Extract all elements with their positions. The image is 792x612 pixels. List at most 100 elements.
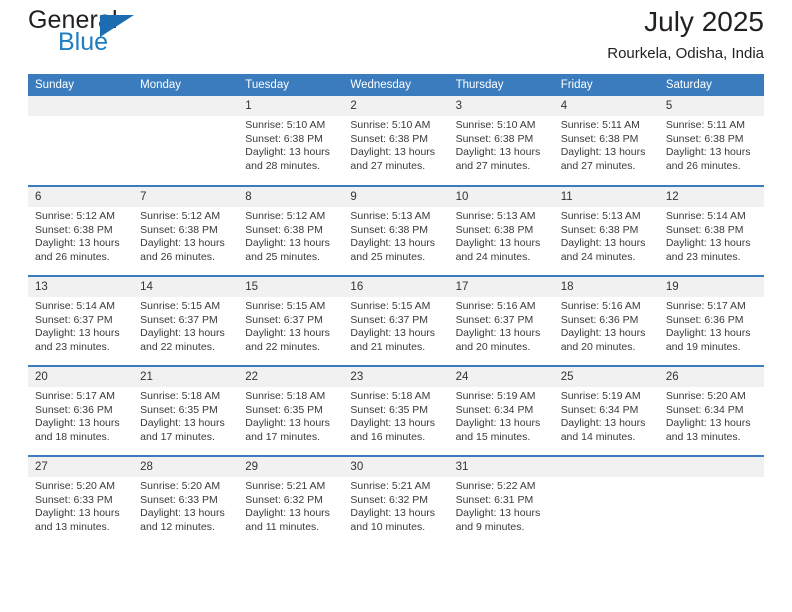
- day-cell[interactable]: 10 Sunrise: 5:13 AM Sunset: 6:38 PM Dayligh…: [448, 187, 554, 275]
- calendar-cell: 22 Sunrise: 5:18 AM Sunset: 6:35 PM Dayligh…: [238, 366, 344, 457]
- day-cell-empty: [133, 96, 239, 185]
- day-cell[interactable]: 26 Sunrise: 5:20 AM Sunset: 6:34 PM Dayligh…: [658, 367, 764, 455]
- day-number: [553, 457, 659, 477]
- day-cell[interactable]: 29 Sunrise: 5:21 AM Sunset: 6:32 PM Dayligh…: [238, 457, 344, 546]
- day-number: 18: [553, 277, 659, 297]
- sunrise-text: Sunrise: 5:16 AM: [560, 300, 641, 312]
- daylight-text-line1: Daylight: 13 hours: [245, 507, 330, 519]
- logo-triangle-icon: [100, 15, 134, 37]
- sunrise-text: Sunrise: 5:12 AM: [140, 210, 221, 222]
- general-blue-logo[interactable]: General Blue: [28, 8, 178, 60]
- calendar-cell: [28, 96, 134, 187]
- sunrise-text: Sunrise: 5:10 AM: [455, 119, 536, 131]
- day-cell[interactable]: 27 Sunrise: 5:20 AM Sunset: 6:33 PM Dayligh…: [28, 457, 134, 546]
- daylight-text-line2: and 25 minutes.: [245, 250, 320, 263]
- calendar-cell: 16 Sunrise: 5:15 AM Sunset: 6:37 PM Dayligh…: [343, 276, 449, 367]
- daylight-text-line2: and 26 minutes.: [665, 159, 741, 172]
- day-cell[interactable]: 19 Sunrise: 5:17 AM Sunset: 6:36 PM Dayligh…: [658, 277, 764, 365]
- day-details: Sunrise: 5:13 AM Sunset: 6:38 PM Daylight:…: [343, 207, 448, 264]
- day-cell[interactable]: 2 Sunrise: 5:10 AM Sunset: 6:38 PM Daylight…: [343, 96, 449, 185]
- day-cell[interactable]: 18 Sunrise: 5:16 AM Sunset: 6:36 PM Dayligh…: [553, 277, 659, 365]
- day-cell[interactable]: 16 Sunrise: 5:15 AM Sunset: 6:37 PM Dayligh…: [343, 277, 449, 365]
- day-details: Sunrise: 5:10 AM Sunset: 6:38 PM Daylight:…: [343, 116, 448, 173]
- day-cell[interactable]: 3 Sunrise: 5:10 AM Sunset: 6:38 PM Daylight…: [448, 96, 554, 185]
- sunset-text: Sunset: 6:35 PM: [140, 403, 218, 416]
- daylight-text-line2: and 26 minutes.: [140, 250, 215, 263]
- day-cell[interactable]: 22 Sunrise: 5:18 AM Sunset: 6:35 PM Dayligh…: [238, 367, 344, 455]
- daylight-text-line1: Daylight: 13 hours: [140, 327, 225, 339]
- calendar-cell: 30 Sunrise: 5:21 AM Sunset: 6:32 PM Dayligh…: [343, 456, 449, 546]
- day-cell[interactable]: 21 Sunrise: 5:18 AM Sunset: 6:35 PM Dayligh…: [133, 367, 239, 455]
- calendar-cell: 10 Sunrise: 5:13 AM Sunset: 6:38 PM Dayligh…: [448, 186, 554, 277]
- sunrise-text: Sunrise: 5:10 AM: [245, 119, 326, 131]
- daylight-text-line1: Daylight: 13 hours: [35, 417, 120, 429]
- calendar-week-row: 20 Sunrise: 5:17 AM Sunset: 6:36 PM Dayligh…: [28, 366, 764, 457]
- sunrise-text: Sunrise: 5:21 AM: [350, 480, 431, 492]
- daylight-text-line2: and 27 minutes.: [560, 159, 636, 172]
- day-cell[interactable]: 20 Sunrise: 5:17 AM Sunset: 6:36 PM Dayligh…: [28, 367, 134, 455]
- day-number: 9: [343, 187, 449, 207]
- daylight-text-line1: Daylight: 13 hours: [560, 237, 646, 249]
- daylight-text-line1: Daylight: 13 hours: [455, 146, 541, 158]
- day-details: Sunrise: 5:10 AM Sunset: 6:38 PM Daylight:…: [238, 116, 343, 173]
- day-number: 31: [448, 457, 554, 477]
- day-number: 3: [448, 96, 554, 116]
- day-details: Sunrise: 5:12 AM Sunset: 6:38 PM Daylight:…: [238, 207, 343, 264]
- day-cell[interactable]: 5 Sunrise: 5:11 AM Sunset: 6:38 PM Daylight…: [658, 96, 764, 185]
- calendar-page: General Blue July 2025 Rourkela, Odisha,…: [0, 0, 792, 612]
- calendar-cell: 20 Sunrise: 5:17 AM Sunset: 6:36 PM Dayligh…: [28, 366, 134, 457]
- calendar-cell: 25 Sunrise: 5:19 AM Sunset: 6:34 PM Dayligh…: [553, 366, 659, 457]
- daylight-text-line1: Daylight: 13 hours: [350, 507, 436, 519]
- day-cell[interactable]: 25 Sunrise: 5:19 AM Sunset: 6:34 PM Dayligh…: [553, 367, 659, 455]
- weekday-header-saturday: Saturday: [658, 74, 764, 96]
- day-cell[interactable]: 28 Sunrise: 5:20 AM Sunset: 6:33 PM Dayligh…: [133, 457, 239, 546]
- page-header: General Blue July 2025 Rourkela, Odisha,…: [28, 0, 764, 74]
- sunrise-text: Sunrise: 5:15 AM: [245, 300, 326, 312]
- day-number: 10: [448, 187, 554, 207]
- day-cell[interactable]: 13 Sunrise: 5:14 AM Sunset: 6:37 PM Dayligh…: [28, 277, 134, 365]
- sunset-text: Sunset: 6:31 PM: [455, 493, 534, 506]
- day-cell[interactable]: 12 Sunrise: 5:14 AM Sunset: 6:38 PM Dayligh…: [658, 187, 764, 275]
- day-cell[interactable]: 30 Sunrise: 5:21 AM Sunset: 6:32 PM Dayligh…: [343, 457, 449, 546]
- day-cell[interactable]: 11 Sunrise: 5:13 AM Sunset: 6:38 PM Dayligh…: [553, 187, 659, 275]
- calendar-cell: [553, 456, 659, 546]
- daylight-text-line2: and 20 minutes.: [455, 340, 531, 353]
- day-cell[interactable]: 8 Sunrise: 5:12 AM Sunset: 6:38 PM Daylight…: [238, 187, 344, 275]
- calendar-cell: 21 Sunrise: 5:18 AM Sunset: 6:35 PM Dayligh…: [133, 366, 239, 457]
- calendar-cell: 1 Sunrise: 5:10 AM Sunset: 6:38 PM Daylight…: [238, 96, 344, 187]
- day-cell[interactable]: 1 Sunrise: 5:10 AM Sunset: 6:38 PM Daylight…: [238, 96, 344, 185]
- day-number: 22: [238, 367, 344, 387]
- day-cell[interactable]: 7 Sunrise: 5:12 AM Sunset: 6:38 PM Daylight…: [133, 187, 239, 275]
- day-cell[interactable]: 17 Sunrise: 5:16 AM Sunset: 6:37 PM Dayligh…: [448, 277, 554, 365]
- sunrise-text: Sunrise: 5:19 AM: [455, 390, 536, 402]
- page-title: July 2025: [644, 6, 764, 37]
- day-details: Sunrise: 5:12 AM Sunset: 6:38 PM Daylight:…: [28, 207, 133, 264]
- calendar-cell: 7 Sunrise: 5:12 AM Sunset: 6:38 PM Daylight…: [133, 186, 239, 277]
- day-number: [28, 96, 134, 116]
- calendar-cell: 8 Sunrise: 5:12 AM Sunset: 6:38 PM Daylight…: [238, 186, 344, 277]
- day-number: [658, 457, 764, 477]
- day-cell[interactable]: 9 Sunrise: 5:13 AM Sunset: 6:38 PM Daylight…: [343, 187, 449, 275]
- sunset-text: Sunset: 6:36 PM: [665, 313, 744, 326]
- weekday-header-wednesday: Wednesday: [343, 74, 449, 96]
- sunset-text: Sunset: 6:38 PM: [350, 223, 429, 236]
- sunrise-text: Sunrise: 5:13 AM: [455, 210, 536, 222]
- daylight-text-line1: Daylight: 13 hours: [35, 507, 120, 519]
- calendar-week-row: 27 Sunrise: 5:20 AM Sunset: 6:33 PM Dayligh…: [28, 456, 764, 546]
- day-cell[interactable]: 23 Sunrise: 5:18 AM Sunset: 6:35 PM Dayligh…: [343, 367, 449, 455]
- calendar-cell: 27 Sunrise: 5:20 AM Sunset: 6:33 PM Dayligh…: [28, 456, 134, 546]
- day-cell[interactable]: 24 Sunrise: 5:19 AM Sunset: 6:34 PM Dayligh…: [448, 367, 554, 455]
- daylight-text-line2: and 14 minutes.: [560, 430, 636, 443]
- day-cell[interactable]: 31 Sunrise: 5:22 AM Sunset: 6:31 PM Dayligh…: [448, 457, 554, 546]
- sunset-text: Sunset: 6:33 PM: [140, 493, 218, 506]
- daylight-text-line2: and 22 minutes.: [140, 340, 215, 353]
- day-cell[interactable]: 4 Sunrise: 5:11 AM Sunset: 6:38 PM Daylight…: [553, 96, 659, 185]
- calendar-body: 1 Sunrise: 5:10 AM Sunset: 6:38 PM Daylight…: [28, 96, 764, 546]
- day-cell[interactable]: 6 Sunrise: 5:12 AM Sunset: 6:38 PM Daylight…: [28, 187, 134, 275]
- day-details: Sunrise: 5:16 AM Sunset: 6:36 PM Daylight:…: [554, 297, 659, 354]
- sunset-text: Sunset: 6:34 PM: [665, 403, 744, 416]
- day-cell[interactable]: 15 Sunrise: 5:15 AM Sunset: 6:37 PM Dayligh…: [238, 277, 344, 365]
- calendar-grid: Sunday Monday Tuesday Wednesday Thursday…: [28, 74, 764, 546]
- day-cell[interactable]: 14 Sunrise: 5:15 AM Sunset: 6:37 PM Dayligh…: [133, 277, 239, 365]
- weekday-header-sunday: Sunday: [28, 74, 134, 96]
